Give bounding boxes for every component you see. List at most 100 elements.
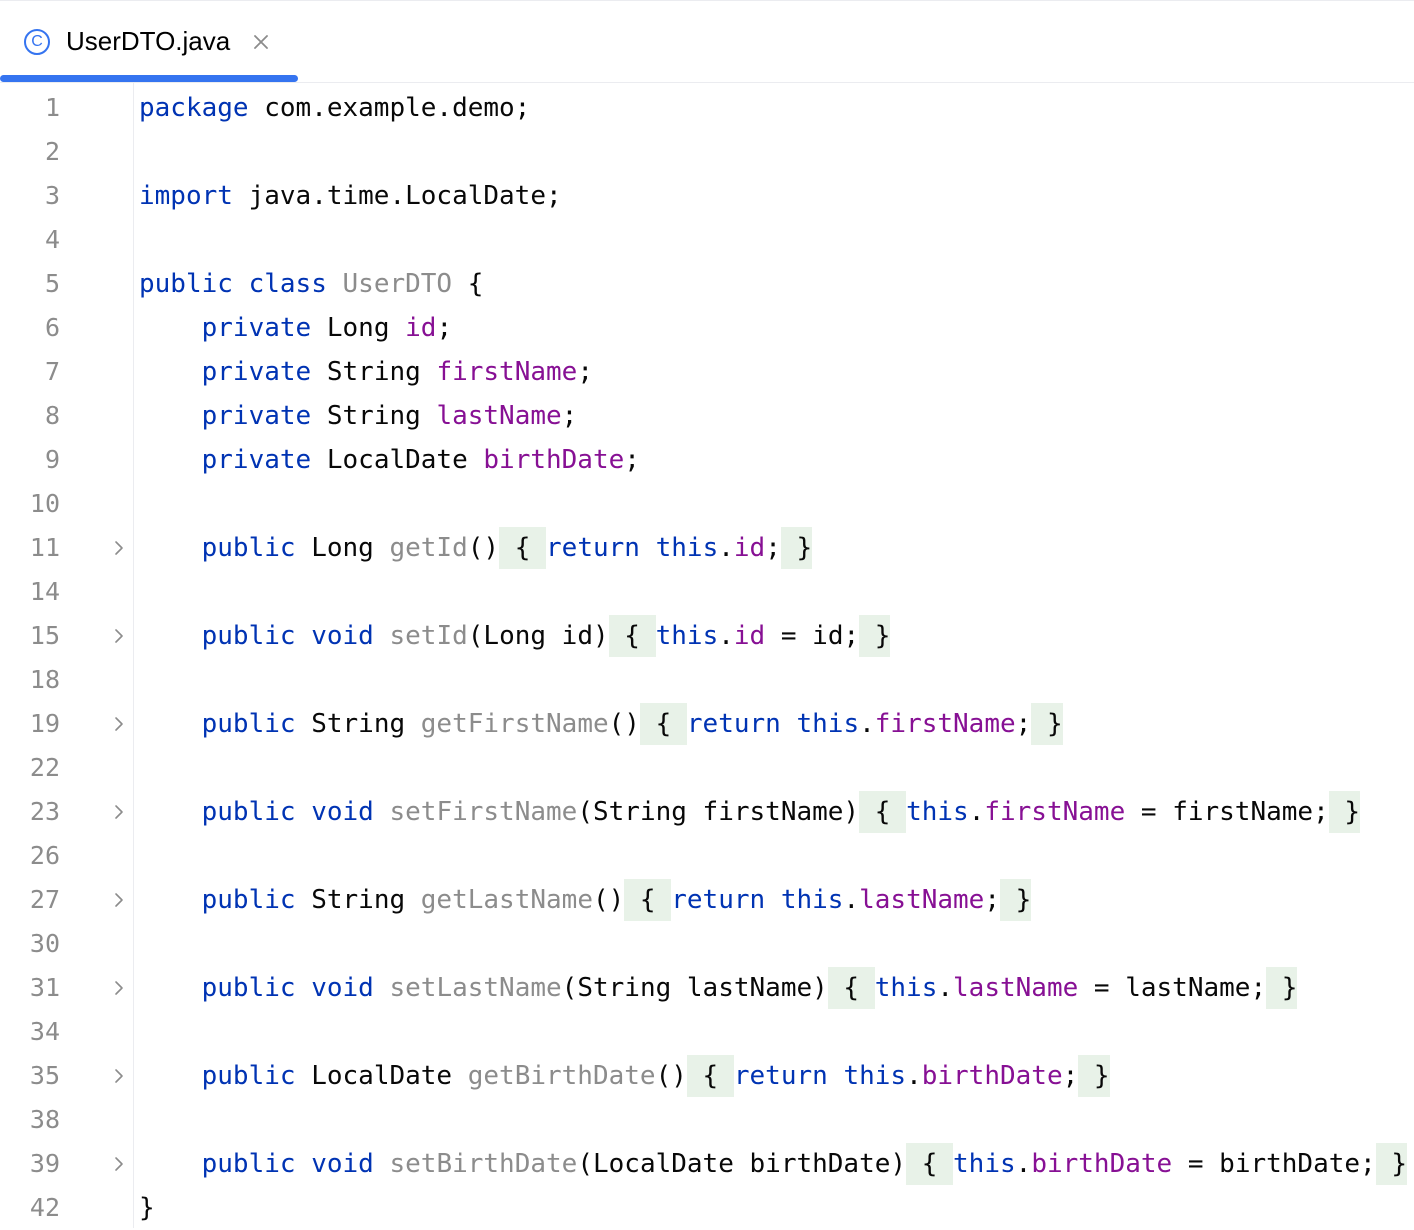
line-number: 3 (44, 181, 60, 210)
code-token: LocalDate (295, 1061, 468, 1091)
code-token: . (859, 709, 875, 739)
code-token: . (843, 885, 860, 915)
fold-chevron-right-icon[interactable] (110, 979, 128, 997)
code-line[interactable]: 4 (0, 218, 1414, 262)
line-number: 30 (29, 929, 60, 958)
code-line[interactable]: 31 public void setLastName(String lastNa… (0, 966, 1414, 1010)
close-icon[interactable] (252, 33, 270, 51)
code-token: setFirstName (389, 797, 578, 827)
folded-code-marker: { (827, 967, 875, 1009)
code-text: } (139, 1186, 155, 1230)
line-number: 5 (44, 269, 60, 298)
fold-chevron-right-icon[interactable] (110, 539, 128, 557)
code-token: return (671, 885, 766, 915)
code-line[interactable]: 2 (0, 130, 1414, 174)
code-token: getId (389, 533, 468, 563)
fold-chevron-right-icon[interactable] (110, 715, 128, 733)
line-number: 18 (29, 665, 60, 694)
code-token: this (843, 1061, 907, 1091)
folded-code-marker: { (686, 1055, 734, 1097)
code-line[interactable]: 18 (0, 658, 1414, 702)
folded-code-marker: } (1266, 967, 1298, 1009)
code-token: () (592, 885, 625, 915)
code-line[interactable]: 5 public class UserDTO { (0, 262, 1414, 306)
line-number: 38 (29, 1105, 60, 1134)
code-line[interactable]: 30 (0, 922, 1414, 966)
code-editor[interactable]: 1 package com.example.demo; 2 3 import java.… (0, 83, 1414, 1228)
code-token: firstName (436, 357, 578, 387)
code-text: public Long getId() { return this.id; } (139, 526, 813, 570)
line-number: 35 (29, 1061, 60, 1090)
code-line[interactable]: 42} (0, 1186, 1414, 1230)
folded-code-marker: } (1000, 879, 1032, 921)
code-token: this (953, 1149, 1016, 1179)
line-number: 1 (44, 93, 60, 122)
code-line[interactable]: 19 public String getFirstName() { return… (0, 702, 1414, 746)
code-token: this (655, 621, 719, 651)
code-line[interactable]: 10 (0, 482, 1414, 526)
line-number: 11 (29, 533, 60, 562)
code-token: return (686, 709, 781, 739)
code-line[interactable]: 7 private String firstName; (0, 350, 1414, 394)
code-token: ; (765, 533, 781, 563)
code-token: ; (561, 401, 578, 431)
class-icon: C (24, 28, 50, 55)
code-line[interactable]: 1 package com.example.demo; (0, 86, 1414, 130)
code-token: () (608, 709, 640, 739)
code-token: ; (577, 357, 593, 387)
code-line[interactable]: 14 (0, 570, 1414, 614)
code-line[interactable]: 39 public void setBirthDate(LocalDate bi… (0, 1142, 1414, 1186)
fold-chevron-right-icon[interactable] (110, 803, 128, 821)
code-text: private LocalDate birthDate; (139, 438, 640, 482)
line-number: 8 (44, 401, 60, 430)
code-line[interactable]: 34 (0, 1010, 1414, 1054)
code-token: return (546, 533, 640, 563)
folded-code-marker: } (1328, 791, 1361, 833)
fold-chevron-right-icon[interactable] (110, 1067, 128, 1085)
code-line[interactable]: 9 private LocalDate birthDate; (0, 438, 1414, 482)
code-text: public void setLastName(String lastName)… (139, 966, 1298, 1010)
code-token: this (874, 973, 938, 1003)
code-token: this (655, 533, 719, 563)
folded-code-marker: { (906, 1143, 954, 1185)
folded-code-marker: { (499, 527, 547, 569)
code-token: private (201, 401, 312, 431)
code-line[interactable]: 35 public LocalDate getBirthDate() { ret… (0, 1054, 1414, 1098)
tab-userdto-java[interactable]: C UserDTO.java (0, 1, 298, 82)
code-token: () (655, 1061, 687, 1091)
code-line[interactable]: 8 private String lastName; (0, 394, 1414, 438)
code-token: . (718, 533, 734, 563)
code-token: getFirstName (420, 709, 609, 739)
code-line[interactable]: 11 public Long getId() { return this.id;… (0, 526, 1414, 570)
code-line[interactable]: 22 (0, 746, 1414, 790)
fold-chevron-right-icon[interactable] (110, 891, 128, 909)
code-line[interactable]: 3 import java.time.LocalDate; (0, 174, 1414, 218)
code-token: } (139, 1193, 155, 1223)
code-line[interactable]: 23 public void setFirstName(String first… (0, 790, 1414, 834)
code-line[interactable]: 26 (0, 834, 1414, 878)
code-line[interactable]: 15 public void setId(Long id) { this.id … (0, 614, 1414, 658)
code-token: com.example.demo; (248, 93, 531, 123)
code-token: = firstName; (1125, 797, 1329, 827)
code-line[interactable]: 38 (0, 1098, 1414, 1142)
fold-chevron-right-icon[interactable] (110, 627, 128, 645)
code-text: public void setId(Long id) { this.id = i… (139, 614, 891, 658)
line-number: 34 (29, 1017, 60, 1046)
line-number: 42 (29, 1193, 60, 1222)
code-line[interactable]: 27 public String getLastName() { return … (0, 878, 1414, 922)
fold-chevron-right-icon[interactable] (110, 1155, 128, 1173)
code-token: = id; (765, 621, 860, 651)
code-token: String (311, 357, 437, 387)
code-token: id (405, 313, 437, 343)
code-text: private String lastName; (139, 394, 578, 438)
code-token: setBirthDate (389, 1149, 578, 1179)
code-line[interactable]: 6 private Long id; (0, 306, 1414, 350)
